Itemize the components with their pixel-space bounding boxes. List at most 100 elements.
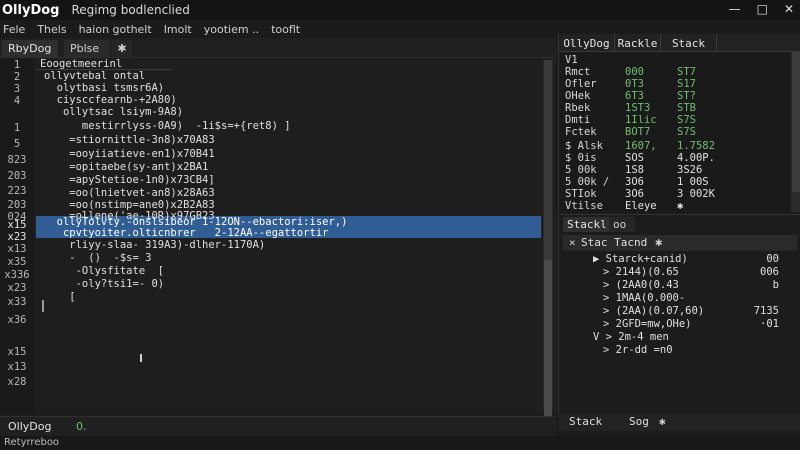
menu-item-file[interactable]: Fele — [3, 23, 25, 36]
stack-row[interactable]: ▶ Starck+canid) — [593, 253, 688, 265]
register-row[interactable]: Rmct 000 ST7 — [559, 66, 791, 78]
line-number: 3 — [13, 83, 21, 95]
stack-row[interactable]: > 2GFD=mw,OHe) — [603, 318, 692, 330]
code-line[interactable]: =oo(lnietvet-an8)x28A63 — [44, 187, 214, 199]
close-icon[interactable]: × — [569, 236, 576, 249]
register-name: STIok — [565, 188, 597, 200]
menu-item-debug[interactable]: Imolt — [164, 23, 192, 36]
tab-main[interactable]: RbyDog — [2, 40, 58, 57]
registers-panel: OllyDog Rackle Stack V1 Rmct 000 ST7 Ofl… — [558, 34, 800, 212]
gear-icon[interactable]: ✱ — [659, 415, 666, 428]
code-line[interactable]: [ — [44, 291, 75, 303]
register-row[interactable]: Dmti 1Ilic S7S — [559, 114, 791, 126]
code-scrollbar[interactable] — [543, 60, 553, 420]
code-line[interactable]: ollytsac lsiym-9A8) — [44, 106, 183, 118]
line-number: 5 — [13, 138, 21, 150]
footer-bar: Retyrreboo — [0, 436, 800, 450]
register-row[interactable]: Vtilse Eleye ✱ — [559, 200, 791, 212]
register-name: Ofler — [565, 78, 597, 90]
line-number: 4 — [13, 95, 21, 107]
tab-settings-icon[interactable]: ✱ — [112, 40, 132, 57]
stack-row[interactable]: V > 2m-4 men — [593, 331, 669, 343]
stack-bottom-tabs: Stack Sog ✱ — [559, 413, 800, 431]
registers-scrollbar[interactable] — [791, 52, 800, 212]
register-name: Vtilse — [565, 200, 603, 212]
register-row[interactable]: 5 00k / 3O6 1 00S — [559, 176, 791, 188]
app-name: OllyDog — [2, 2, 60, 18]
tab-other[interactable]: oo — [609, 217, 635, 232]
footer-text: Retyrreboo — [4, 437, 60, 448]
line-number: x23 — [7, 282, 27, 294]
window-controls: — □ ✕ — [729, 2, 794, 16]
line-number: x15 — [7, 219, 27, 231]
stack-row[interactable]: > (2AA0(0.43 — [603, 279, 679, 291]
register-value: BOT7 — [625, 126, 651, 138]
code-line[interactable]: - () -$s= 3 — [44, 252, 151, 264]
code-line[interactable]: ollyvtebal ontal — [44, 70, 145, 82]
stack-toolbar-title: Stac Tacnd — [581, 236, 648, 249]
line-number: x13 — [7, 361, 27, 373]
settings-icon[interactable]: ✱ — [677, 200, 683, 212]
register-name: 5 00k / — [565, 176, 610, 188]
code-line[interactable]: -oly?tsi1=- 0) — [44, 278, 165, 290]
register-name: Dmti — [565, 114, 591, 126]
tab-log[interactable]: Sog — [629, 415, 649, 428]
register-row[interactable]: Fctek BOT7 S7S — [559, 126, 791, 138]
register-row[interactable]: $ 0is SOS 4.00P. — [559, 152, 791, 164]
scroll-thumb[interactable] — [544, 260, 552, 420]
stack-row[interactable]: > (2AA)(0.07,60) — [603, 305, 704, 317]
maximize-button[interactable]: □ — [757, 2, 768, 16]
code-line-selected[interactable]: cpvtyoiter.olticnbrer 2-12AA--egattortir — [44, 227, 329, 239]
line-number: x15 — [7, 346, 27, 358]
code-line[interactable]: =ooyiiatieve-en1)x70B41 — [44, 148, 214, 160]
menu-item-options[interactable]: yootiem .. — [204, 23, 259, 36]
tab-secondary[interactable]: Pblse — [64, 40, 110, 57]
register-name: 5 00k — [565, 164, 597, 176]
text-cursor — [42, 300, 44, 312]
stack-value: 7135 — [753, 305, 779, 317]
menu-item-view[interactable]: haion gothelt — [79, 23, 152, 36]
code-line[interactable]: olytbasi tsmsr6A) — [44, 82, 164, 94]
register-value: 6T3 — [625, 90, 644, 102]
register-row[interactable]: V1 — [559, 54, 791, 66]
register-row[interactable]: STIok 3O6 3 002K — [559, 188, 791, 200]
code-line[interactable]: =opitaebe(sy-ant)x2BA1 — [44, 161, 208, 173]
registers-column-stack[interactable]: Stack — [661, 34, 717, 52]
line-number: x35 — [7, 256, 27, 268]
stack-value: ·01 — [760, 318, 779, 330]
mouse-cursor — [140, 354, 142, 362]
registers-scroll-thumb[interactable] — [792, 52, 800, 192]
register-row[interactable]: Rbek 1ST3 STB — [559, 102, 791, 114]
stack-value: 00 — [766, 253, 779, 265]
register-value: 1607, — [625, 140, 657, 152]
code-line[interactable]: ciysccfearnb-+2A80) — [44, 94, 177, 106]
menu-item-tools[interactable]: tooflt — [271, 23, 300, 36]
register-row[interactable]: Ofler 0T3 S17 — [559, 78, 791, 90]
registers-column-name[interactable]: OllyDog — [559, 34, 615, 52]
code-line[interactable]: -Olysfitate [ — [44, 265, 165, 277]
tab-stack[interactable]: Stackl — [563, 217, 609, 232]
status-bar: OllyDog 0. — [0, 416, 556, 436]
register-row[interactable]: $ Alsk 1607, 1.7582 — [559, 140, 791, 152]
stack-row[interactable]: > 2144)(0.65 — [603, 266, 679, 278]
register-name: V1 — [565, 54, 578, 66]
gear-icon[interactable]: ✱ — [655, 235, 662, 249]
register-value: 1ST3 — [625, 102, 651, 114]
stack-row[interactable]: > 2r-dd =n0 — [603, 344, 673, 356]
code-line[interactable]: mestirrlyss-0A9) -1i$s=+{ret8) ] — [44, 120, 291, 132]
minimize-button[interactable]: — — [729, 2, 741, 16]
stack-row[interactable]: > 1MAA(0.000- — [603, 292, 685, 304]
stack-panel: Stackl oo × Stac Tacnd ✱ ▶ Starck+canid)… — [558, 214, 800, 431]
register-row[interactable]: 5 00k 1S8 3S26 — [559, 164, 791, 176]
menu-item-edit[interactable]: Thels — [37, 23, 66, 36]
register-row[interactable]: OHek 6T3 ST? — [559, 90, 791, 102]
editor-tabs: RbyDog Pblse ✱ — [0, 38, 556, 58]
close-button[interactable]: ✕ — [784, 2, 794, 16]
code-line[interactable]: =apyStetioe-1n0)x73CB4] — [44, 174, 214, 186]
register-value: 0T3 — [625, 78, 644, 90]
code-line[interactable]: rliyy-slaa- 319A3)-dlher-1170A) — [44, 239, 265, 251]
registers-column-value[interactable]: Rackle — [615, 34, 661, 52]
disassembly-panel: 1 2 3 4 1 5 823 203 223 203 024 x15 x23 … — [0, 58, 556, 413]
tab-stack-bottom[interactable]: Stack — [569, 415, 602, 428]
code-line[interactable]: =stiornittle-3n8)x70A83 — [44, 134, 214, 146]
